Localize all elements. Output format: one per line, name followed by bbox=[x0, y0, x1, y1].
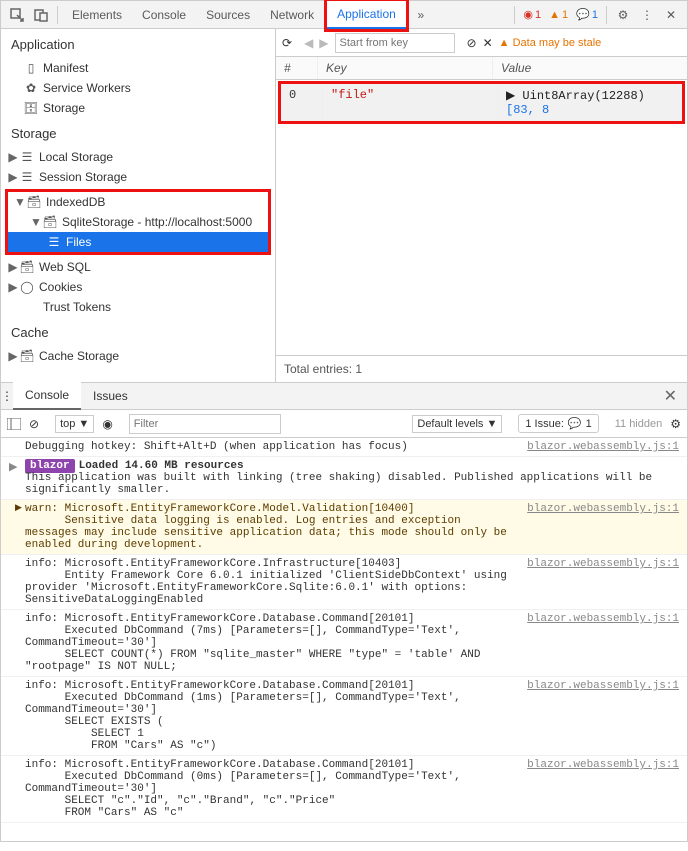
console-toolbar: ⊘ top ▼ ◉ Default levels ▼ 1 Issue: 💬1 1… bbox=[1, 410, 687, 438]
col-num[interactable]: # bbox=[276, 57, 318, 79]
indexeddb-item[interactable]: ▼🗃IndexedDB bbox=[8, 192, 268, 212]
log-source-link[interactable]: blazor.webassembly.js:1 bbox=[515, 441, 679, 453]
tab-elements[interactable]: Elements bbox=[62, 2, 132, 28]
websql-item[interactable]: ▶🗃Web SQL bbox=[1, 257, 275, 277]
files-item[interactable]: ☰Files bbox=[8, 232, 268, 252]
console-log-row[interactable]: warn: Microsoft.EntityFrameworkCore.Mode… bbox=[1, 500, 687, 555]
row-num: 0 bbox=[281, 84, 323, 121]
console-log-row[interactable]: info: Microsoft.EntityFrameworkCore.Data… bbox=[1, 677, 687, 756]
tab-network[interactable]: Network bbox=[260, 2, 324, 28]
console-filter-input[interactable] bbox=[129, 414, 281, 434]
drawer-tab-issues[interactable]: Issues bbox=[81, 383, 140, 409]
issues-pill[interactable]: 1 Issue: 💬1 bbox=[518, 414, 598, 433]
log-source-link[interactable]: blazor.webassembly.js:1 bbox=[515, 680, 679, 752]
storage-content: ⟳ ◀ ▶ ⊘ ✕ ▲ Data may be stale # Key Valu… bbox=[276, 29, 687, 382]
start-from-key-input[interactable] bbox=[335, 33, 455, 53]
row-key: "file" bbox=[323, 84, 498, 121]
col-key[interactable]: Key bbox=[318, 57, 493, 79]
live-expression-icon[interactable]: ◉ bbox=[102, 417, 112, 431]
console-sidebar-icon[interactable] bbox=[7, 418, 21, 430]
warning-count: 1 bbox=[562, 9, 568, 21]
col-value[interactable]: Value bbox=[493, 57, 687, 79]
storage-item[interactable]: 🗄Storage bbox=[1, 98, 275, 118]
local-storage-item[interactable]: ▶☰Local Storage bbox=[1, 147, 275, 167]
console-log-row[interactable]: Debugging hotkey: Shift+Alt+D (when appl… bbox=[1, 438, 687, 457]
console-log-row[interactable]: info: Microsoft.EntityFrameworkCore.Data… bbox=[1, 756, 687, 823]
inspect-icon[interactable] bbox=[5, 3, 29, 27]
table-header: # Key Value bbox=[276, 57, 687, 80]
total-entries: Total entries: 1 bbox=[276, 355, 687, 382]
settings-icon[interactable]: ⚙ bbox=[611, 3, 635, 27]
device-toggle-icon[interactable] bbox=[29, 3, 53, 27]
row-value: ▶ Uint8Array(12288) [83, 8 bbox=[498, 84, 682, 121]
table-row[interactable]: 0 "file" ▶ Uint8Array(12288) [83, 8 bbox=[281, 84, 682, 121]
refresh-icon[interactable]: ⟳ bbox=[282, 36, 292, 50]
error-badge[interactable]: ◉ 1 bbox=[519, 8, 545, 21]
console-settings-icon[interactable]: ⚙ bbox=[670, 417, 681, 431]
stale-warning: ▲ Data may be stale bbox=[499, 37, 602, 49]
hidden-count: 11 hidden bbox=[615, 418, 663, 430]
more-tabs-icon[interactable]: » bbox=[409, 3, 433, 27]
tab-application[interactable]: Application bbox=[327, 1, 406, 29]
console-log-row[interactable]: info: Microsoft.EntityFrameworkCore.Data… bbox=[1, 610, 687, 677]
storage-toolbar: ⟳ ◀ ▶ ⊘ ✕ ▲ Data may be stale bbox=[276, 29, 687, 57]
info-count: 1 bbox=[592, 9, 598, 21]
console-log-row[interactable]: ▶blazorLoaded 14.60 MB resourcesThis app… bbox=[1, 457, 687, 500]
tab-sources[interactable]: Sources bbox=[196, 2, 260, 28]
info-badge[interactable]: 💬 1 bbox=[572, 8, 602, 21]
log-source-link[interactable]: blazor.webassembly.js:1 bbox=[515, 558, 679, 606]
close-devtools-icon[interactable]: ✕ bbox=[659, 3, 683, 27]
cookies-item[interactable]: ▶◯Cookies bbox=[1, 277, 275, 297]
tab-console[interactable]: Console bbox=[132, 2, 196, 28]
app-section-title: Application bbox=[1, 29, 275, 58]
prev-page-icon[interactable]: ◀ bbox=[304, 36, 313, 50]
application-sidebar: Application ▯Manifest ✿Service Workers 🗄… bbox=[1, 29, 276, 382]
clear-console-icon[interactable]: ⊘ bbox=[29, 417, 39, 431]
drawer-tabs: ⋮ Console Issues ✕ bbox=[1, 382, 687, 410]
console-log-row[interactable]: info: Microsoft.EntityFrameworkCore.Infr… bbox=[1, 555, 687, 610]
storage-section-title: Storage bbox=[1, 118, 275, 147]
log-source-link[interactable]: blazor.webassembly.js:1 bbox=[515, 759, 679, 819]
sqlite-storage-item[interactable]: ▼🗃SqliteStorage - http://localhost:5000 bbox=[8, 212, 268, 232]
cache-storage-item[interactable]: ▶🗃Cache Storage bbox=[1, 346, 275, 366]
console-log-area: Debugging hotkey: Shift+Alt+D (when appl… bbox=[1, 438, 687, 823]
warning-badge[interactable]: ▲ 1 bbox=[545, 9, 572, 21]
manifest-item[interactable]: ▯Manifest bbox=[1, 58, 275, 78]
log-source-link[interactable]: blazor.webassembly.js:1 bbox=[515, 503, 679, 551]
devtools-toolbar: Elements Console Sources Network Applica… bbox=[1, 1, 687, 29]
delete-icon[interactable]: ✕ bbox=[483, 36, 493, 50]
next-page-icon[interactable]: ▶ bbox=[319, 36, 328, 50]
drawer-tab-console[interactable]: Console bbox=[13, 382, 81, 410]
drawer-menu-icon[interactable]: ⋮ bbox=[1, 389, 13, 403]
error-count: 1 bbox=[535, 9, 541, 21]
log-source-link[interactable]: blazor.webassembly.js:1 bbox=[515, 613, 679, 673]
context-selector[interactable]: top ▼ bbox=[55, 415, 94, 433]
log-levels-selector[interactable]: Default levels ▼ bbox=[412, 415, 502, 433]
session-storage-item[interactable]: ▶☰Session Storage bbox=[1, 167, 275, 187]
trust-tokens-item[interactable]: Trust Tokens bbox=[1, 297, 275, 317]
cache-section-title: Cache bbox=[1, 317, 275, 346]
more-menu-icon[interactable]: ⋮ bbox=[635, 3, 659, 27]
drawer-close-icon[interactable]: ✕ bbox=[654, 386, 687, 406]
clear-all-icon[interactable]: ⊘ bbox=[467, 36, 477, 50]
service-workers-item[interactable]: ✿Service Workers bbox=[1, 78, 275, 98]
